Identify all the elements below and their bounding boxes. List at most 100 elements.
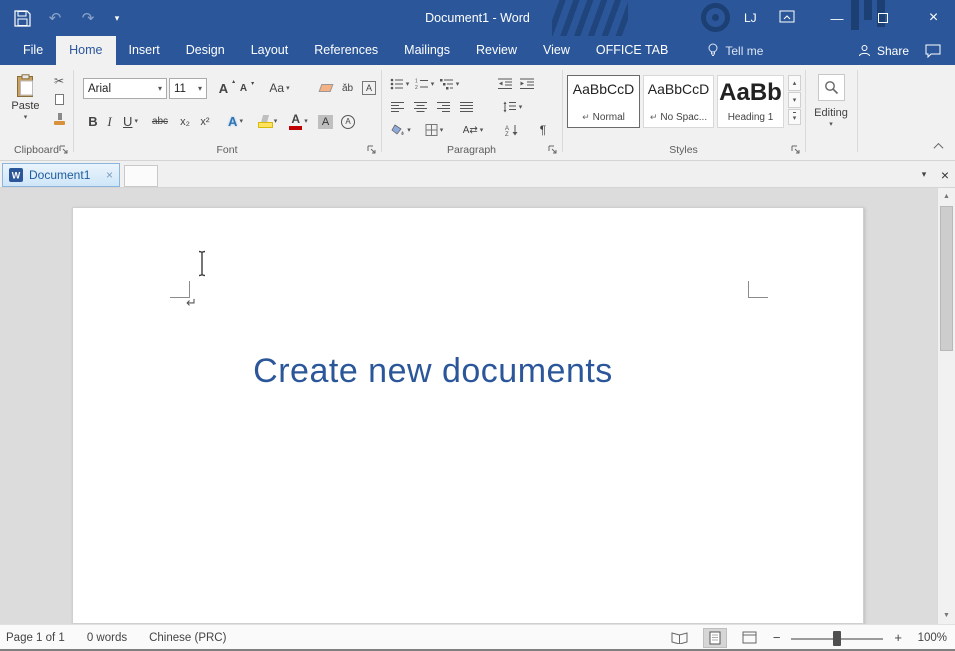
- scroll-down-button[interactable]: ▼: [938, 607, 955, 624]
- tell-me-button[interactable]: Tell me: [695, 36, 775, 65]
- styles-scroll-down-button[interactable]: ▾: [788, 92, 801, 108]
- language-indicator[interactable]: Chinese (PRC): [149, 632, 226, 644]
- zoom-slider[interactable]: [791, 630, 883, 646]
- print-layout-button[interactable]: [703, 628, 727, 648]
- multilevel-list-button[interactable]: ▾: [438, 74, 461, 94]
- document-page[interactable]: [72, 207, 864, 624]
- tab-bar-close-button[interactable]: ×: [936, 164, 954, 185]
- subscript-button[interactable]: x₂: [176, 111, 194, 132]
- user-badge[interactable]: LJ: [744, 0, 757, 36]
- superscript-button[interactable]: x²: [196, 111, 214, 132]
- increase-indent-button[interactable]: [518, 74, 537, 94]
- redo-button[interactable]: ↷: [78, 8, 98, 28]
- clear-formatting-button[interactable]: [316, 78, 335, 98]
- phonetic-guide-button[interactable]: ǎb: [338, 78, 357, 98]
- maximize-button[interactable]: [866, 0, 900, 36]
- copy-button[interactable]: [49, 91, 69, 108]
- minimize-button[interactable]: —: [820, 0, 854, 36]
- sort-button[interactable]: AZ: [503, 120, 521, 140]
- word-count[interactable]: 0 words: [87, 632, 127, 644]
- zoom-level[interactable]: 100%: [913, 632, 947, 644]
- font-dialog-launcher[interactable]: [366, 144, 378, 156]
- borders-button[interactable]: ▾: [421, 120, 447, 140]
- numbering-button[interactable]: 12 ▾: [413, 74, 436, 94]
- zoom-in-button[interactable]: +: [894, 630, 902, 645]
- align-right-button[interactable]: [434, 97, 454, 117]
- font-size-select[interactable]: 11 ▾: [169, 78, 207, 99]
- document-tab-active[interactable]: W Document1 ×: [2, 163, 120, 187]
- styles-scroll-up-button[interactable]: ▴: [788, 75, 801, 91]
- enclose-characters-button[interactable]: A: [339, 111, 357, 132]
- tab-review[interactable]: Review: [463, 36, 530, 65]
- format-painter-button[interactable]: [49, 110, 69, 127]
- document-heading-text[interactable]: Create new documents: [72, 352, 794, 391]
- underline-button[interactable]: U▾: [118, 111, 143, 132]
- tab-home[interactable]: Home: [56, 36, 115, 65]
- save-button[interactable]: [12, 8, 32, 28]
- strikethrough-button[interactable]: abc: [147, 111, 173, 132]
- style-card-heading1[interactable]: AaBb Heading 1: [717, 75, 784, 128]
- tab-list-dropdown-button[interactable]: ▾: [914, 164, 934, 185]
- zoom-slider-thumb[interactable]: [833, 631, 841, 646]
- comment-icon: [925, 44, 941, 58]
- align-center-button[interactable]: [411, 97, 431, 117]
- font-name-select[interactable]: Arial ▾: [83, 78, 167, 99]
- style-card-normal[interactable]: AaBbCcD ↵Normal: [567, 75, 640, 128]
- style-sample: AaBbCcD: [573, 81, 634, 97]
- collapse-ribbon-button[interactable]: [931, 140, 945, 152]
- paste-button[interactable]: Paste ▾: [6, 70, 45, 142]
- vertical-scrollbar[interactable]: ▲ ▼: [937, 188, 955, 624]
- document-tab-close-button[interactable]: ×: [106, 168, 113, 182]
- style-card-no-spacing[interactable]: AaBbCcD ↵No Spac...: [643, 75, 714, 128]
- format-painter-icon: [54, 113, 65, 125]
- zoom-out-button[interactable]: −: [773, 630, 781, 645]
- close-button[interactable]: ×: [912, 0, 955, 36]
- text-effects-button[interactable]: A▾: [223, 111, 248, 132]
- new-document-tab[interactable]: [124, 165, 158, 187]
- decrease-indent-button[interactable]: [496, 74, 515, 94]
- character-border-button[interactable]: A: [360, 78, 378, 98]
- tab-view[interactable]: View: [530, 36, 583, 65]
- character-shading-button[interactable]: A: [316, 111, 335, 132]
- share-button[interactable]: Share: [846, 36, 921, 65]
- justify-button[interactable]: [457, 97, 477, 117]
- comment-button[interactable]: [921, 36, 955, 65]
- grow-font-button[interactable]: A▴: [214, 78, 233, 98]
- asian-layout-button[interactable]: A⇄ ▾: [459, 120, 487, 140]
- show-hide-marks-button[interactable]: ¶: [536, 120, 550, 140]
- undo-button[interactable]: ↶: [45, 8, 65, 28]
- highlight-button[interactable]: ▾: [254, 111, 281, 132]
- bold-button[interactable]: B: [85, 111, 101, 132]
- shading-button[interactable]: ▾: [389, 120, 413, 140]
- change-case-button[interactable]: Aa▾: [264, 78, 295, 98]
- shrink-font-button[interactable]: A▾: [234, 78, 253, 98]
- ribbon-tab-bar: File Home Insert Design Layout Reference…: [0, 36, 955, 65]
- tab-file[interactable]: File: [10, 36, 56, 65]
- page-indicator[interactable]: Page 1 of 1: [6, 632, 65, 644]
- font-color-button[interactable]: A▾: [286, 111, 311, 132]
- tab-design[interactable]: Design: [173, 36, 238, 65]
- dropdown-arrow-icon: ▾: [829, 121, 833, 128]
- line-spacing-button[interactable]: ▾: [499, 97, 526, 117]
- align-left-button[interactable]: [388, 97, 408, 117]
- web-layout-button[interactable]: [738, 628, 762, 648]
- bullets-button[interactable]: ▾: [388, 74, 411, 94]
- ribbon-display-options-button[interactable]: [779, 10, 795, 24]
- cut-button[interactable]: ✂: [49, 72, 69, 89]
- read-mode-button[interactable]: [668, 628, 692, 648]
- tab-references[interactable]: References: [301, 36, 391, 65]
- styles-dialog-launcher[interactable]: [790, 144, 802, 156]
- tab-layout[interactable]: Layout: [238, 36, 302, 65]
- editing-group-button[interactable]: Editing: [814, 107, 848, 119]
- tab-office-tab[interactable]: OFFICE TAB: [583, 36, 681, 65]
- italic-button[interactable]: I: [103, 111, 116, 132]
- styles-more-button[interactable]: ▾: [788, 109, 801, 125]
- tab-insert[interactable]: Insert: [116, 36, 173, 65]
- scrollbar-thumb[interactable]: [940, 206, 953, 351]
- clipboard-dialog-launcher[interactable]: [58, 144, 70, 156]
- customize-quick-access-button[interactable]: ▾: [111, 8, 123, 28]
- paragraph-dialog-launcher[interactable]: [547, 144, 559, 156]
- find-button[interactable]: [818, 74, 845, 101]
- scroll-up-button[interactable]: ▲: [938, 188, 955, 205]
- tab-mailings[interactable]: Mailings: [391, 36, 463, 65]
